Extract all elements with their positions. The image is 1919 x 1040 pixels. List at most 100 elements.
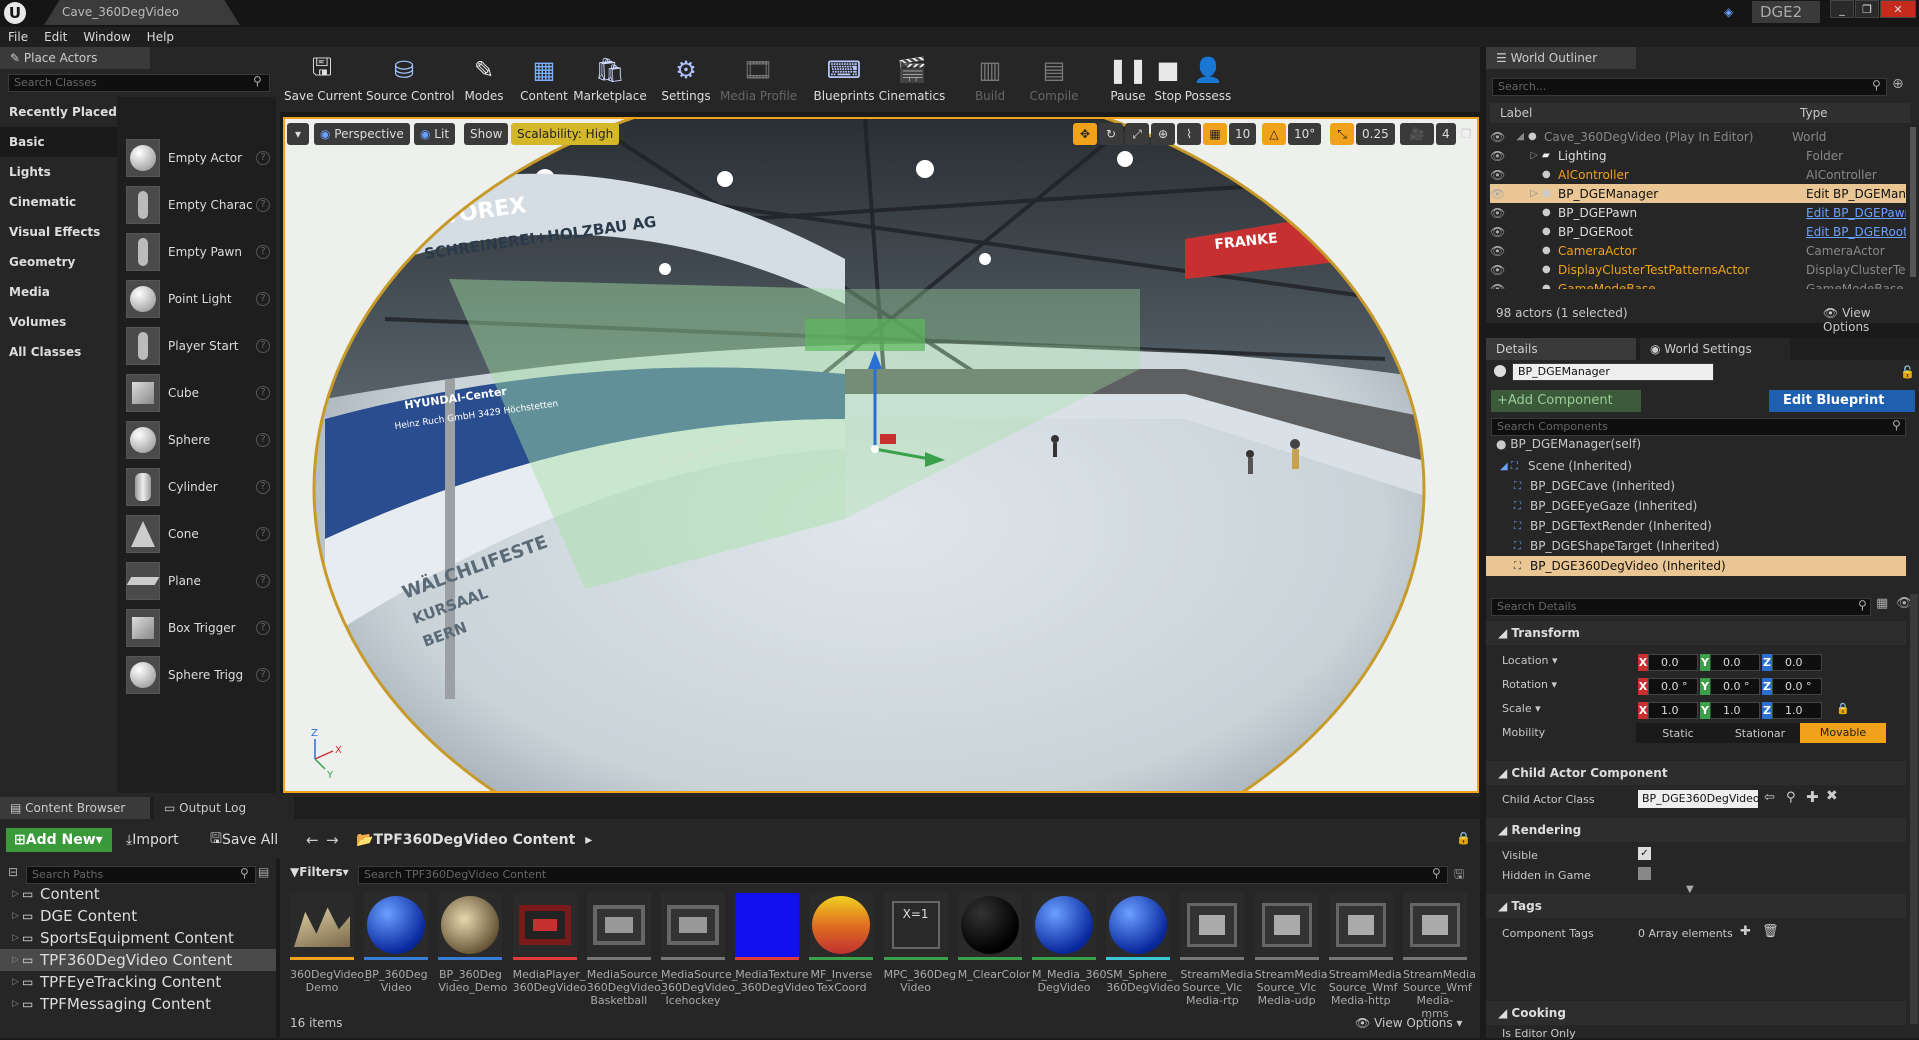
mobility-static[interactable]: Static bbox=[1636, 727, 1720, 740]
scale-x-input[interactable]: 1.0 bbox=[1648, 702, 1698, 719]
lock-icon[interactable]: 🔒 bbox=[1456, 831, 1471, 845]
expand-arrow-icon[interactable]: ▷ bbox=[12, 883, 22, 905]
search-details-input[interactable]: Search Details bbox=[1491, 598, 1871, 616]
level-tab[interactable]: Cave_360DegVideo bbox=[44, 0, 240, 25]
expand-arrow-icon[interactable]: ◢ bbox=[1506, 131, 1528, 142]
scale-lock-icon[interactable]: 🔒 bbox=[1836, 702, 1850, 715]
folder-item[interactable]: ▷ ▭ SportsEquipment Content bbox=[0, 927, 280, 949]
help-icon[interactable]: ? bbox=[256, 432, 270, 447]
asset-tile[interactable]: StreamMedia Source_Wmf Media-mms bbox=[1403, 893, 1476, 1033]
label-column-header[interactable]: Label bbox=[1500, 106, 1800, 120]
search-components-input[interactable]: Search Components bbox=[1491, 418, 1906, 436]
help-icon[interactable]: ? bbox=[256, 385, 270, 400]
location-y-input[interactable]: 0.0 bbox=[1710, 654, 1760, 671]
outliner-row[interactable]: 👁▷● BP_DGEManager Edit BP_DGEManag bbox=[1490, 184, 1906, 203]
show-button[interactable]: Show bbox=[464, 123, 509, 145]
actor-item[interactable]: Box Trigger? bbox=[126, 604, 276, 651]
outliner-row[interactable]: 👁 ● DisplayClusterTestPatternsActor Display… bbox=[1490, 260, 1906, 279]
location-x-input[interactable]: 0.0 bbox=[1648, 654, 1698, 671]
component-tree-item[interactable]: ⛶ BP_DGEShapeTarget (Inherited) bbox=[1486, 536, 1906, 556]
outliner-row[interactable]: 👁 ▷ ▰ Lighting Folder bbox=[1490, 146, 1906, 165]
delete-elements-icon[interactable]: 🗑 bbox=[1762, 924, 1779, 939]
scale-y-input[interactable]: 1.0 bbox=[1710, 702, 1760, 719]
asset-tile[interactable]: BP_360Deg Video_Demo bbox=[438, 893, 507, 1033]
category-media[interactable]: Media bbox=[0, 277, 117, 307]
add-element-icon[interactable]: ✚ bbox=[1740, 924, 1751, 939]
menu-edit[interactable]: Edit bbox=[36, 27, 75, 47]
outliner-row[interactable]: 👁 ● CameraActor CameraActor bbox=[1490, 241, 1906, 260]
details-scrollbar[interactable] bbox=[1910, 594, 1918, 1024]
visibility-eye-icon[interactable]: 👁 bbox=[1490, 263, 1506, 277]
expand-arrow-icon[interactable]: ▷ bbox=[12, 905, 22, 927]
outliner-row[interactable]: 👁 ● BP_DGEPawn Edit BP_DGEPawn bbox=[1490, 203, 1906, 222]
child-actor-section[interactable]: ◢ Child Actor Component bbox=[1486, 761, 1906, 785]
visibility-eye-icon[interactable]: 👁 bbox=[1490, 282, 1506, 290]
component-tree-item[interactable]: ⛶ BP_DGECave (Inherited) bbox=[1486, 476, 1906, 496]
use-selected-icon[interactable]: ⇦ bbox=[1764, 790, 1775, 805]
source-control-status-icon[interactable]: ◈ bbox=[1724, 5, 1740, 19]
rendering-section[interactable]: ◢ Rendering bbox=[1486, 818, 1906, 842]
actor-item[interactable]: Sphere? bbox=[126, 416, 276, 463]
search-classes-input[interactable]: Search Classes bbox=[8, 74, 270, 92]
save-all-button[interactable]: 🖫 Save All bbox=[210, 828, 278, 852]
category-volumes[interactable]: Volumes bbox=[0, 307, 117, 337]
mobility-stationary[interactable]: Stationar bbox=[1720, 727, 1800, 740]
close-button[interactable]: ✕ bbox=[1880, 0, 1916, 18]
visibility-eye-icon[interactable]: 👁 bbox=[1490, 168, 1506, 182]
mobility-movable[interactable]: Movable bbox=[1800, 723, 1886, 743]
level-viewport[interactable]: MOTOREX SCHREINEREI+HOLZBAU AG HYUNDAI-C… bbox=[283, 117, 1479, 793]
rotation-y-input[interactable]: 0.0 ° bbox=[1710, 678, 1760, 695]
asset-tile[interactable]: StreamMedia Source_Vlc Media-rtp bbox=[1180, 893, 1253, 1033]
asset-tile[interactable]: MediaSource_ 360DegVideo_ Basketball bbox=[586, 893, 666, 1033]
help-icon[interactable]: ? bbox=[256, 244, 270, 259]
save-search-icon[interactable]: 🖫 bbox=[1454, 865, 1464, 886]
asset-tile[interactable]: MediaPlayer_ 360DegVideo bbox=[512, 893, 587, 1033]
outliner-search-input[interactable]: Search... bbox=[1492, 78, 1887, 96]
folder-item[interactable]: ▷ ▭ TPFEyeTracking Content bbox=[0, 971, 280, 993]
help-icon[interactable]: ? bbox=[256, 338, 270, 353]
asset-tile[interactable]: StreamMedia Source_Wmf Media-http bbox=[1328, 893, 1402, 1033]
camera-speed-value[interactable]: 4 bbox=[1436, 123, 1456, 145]
category-cinematic[interactable]: Cinematic bbox=[0, 187, 117, 217]
world-settings-tab[interactable]: ◉ World Settings bbox=[1640, 338, 1790, 360]
scale-label[interactable]: Scale ▾ bbox=[1502, 702, 1541, 715]
child-actor-class-dropdown[interactable]: BP_DGE360DegVideo bbox=[1638, 790, 1760, 808]
property-matrix-icon[interactable]: ▦ bbox=[1876, 596, 1888, 611]
forward-arrow-icon[interactable]: → bbox=[326, 831, 339, 849]
clear-icon[interactable]: ✖ bbox=[1826, 788, 1838, 804]
lit-button[interactable]: ◉ Lit bbox=[414, 123, 456, 145]
add-component-button[interactable]: +Add Component bbox=[1491, 390, 1641, 412]
folder-item[interactable]: ▷ ▭ TPFMessaging Content bbox=[0, 993, 280, 1015]
visibility-eye-icon[interactable]: 👁 bbox=[1490, 130, 1506, 144]
grid-snap-icon[interactable]: ▦ bbox=[1203, 123, 1227, 145]
actor-item[interactable]: Cylinder? bbox=[126, 463, 276, 510]
asset-tile[interactable]: MF_Inverse TexCoord bbox=[809, 893, 874, 1033]
outliner-row-type[interactable]: Edit BP_DGERoot bbox=[1806, 225, 1906, 239]
maximize-button[interactable]: ❐ bbox=[1855, 0, 1879, 18]
menu-help[interactable]: Help bbox=[139, 27, 182, 47]
help-icon[interactable]: ? bbox=[256, 291, 270, 306]
actor-item[interactable]: Empty Pawn? bbox=[126, 228, 276, 275]
toolbar-possess-button[interactable]: 👤 Possess bbox=[1170, 51, 1246, 111]
maximize-viewport-icon[interactable]: ❐ bbox=[1456, 123, 1476, 145]
outliner-scrollbar[interactable] bbox=[1910, 127, 1916, 277]
minimize-button[interactable]: _ bbox=[1830, 0, 1854, 18]
actor-item[interactable]: Cube? bbox=[126, 369, 276, 416]
expand-arrow-icon[interactable]: ▷ bbox=[12, 993, 22, 1015]
help-icon[interactable]: ? bbox=[256, 479, 270, 494]
splitter[interactable] bbox=[276, 859, 280, 1037]
asset-tile[interactable]: 360DegVideo_ Demo bbox=[290, 893, 370, 1033]
actor-item[interactable]: Player Start? bbox=[126, 322, 276, 369]
visibility-eye-icon[interactable]: 👁 bbox=[1490, 206, 1506, 220]
actor-item[interactable]: Point Light? bbox=[126, 275, 276, 322]
type-column-header[interactable]: Type bbox=[1800, 106, 1828, 120]
asset-tile[interactable]: MediaSource_ 360DegVideo_ Icehockey bbox=[661, 893, 741, 1033]
component-tree-item[interactable]: ⛶ BP_DGEEyeGaze (Inherited) bbox=[1486, 496, 1906, 516]
component-self[interactable]: ● BP_DGEManager(self) bbox=[1496, 437, 1641, 451]
visibility-eye-icon[interactable]: 👁 bbox=[1490, 149, 1506, 163]
asset-tile[interactable]: X=1 MPC_360Deg Video bbox=[883, 893, 956, 1033]
path-breadcrumb[interactable]: 📂 TPF360DegVideo Content ▸ bbox=[356, 828, 592, 852]
toolbar-save-current-button[interactable]: 🖫 Save Current bbox=[284, 51, 362, 111]
actor-item[interactable]: Plane? bbox=[126, 557, 276, 604]
search-paths-input[interactable]: Search Paths bbox=[26, 866, 256, 884]
